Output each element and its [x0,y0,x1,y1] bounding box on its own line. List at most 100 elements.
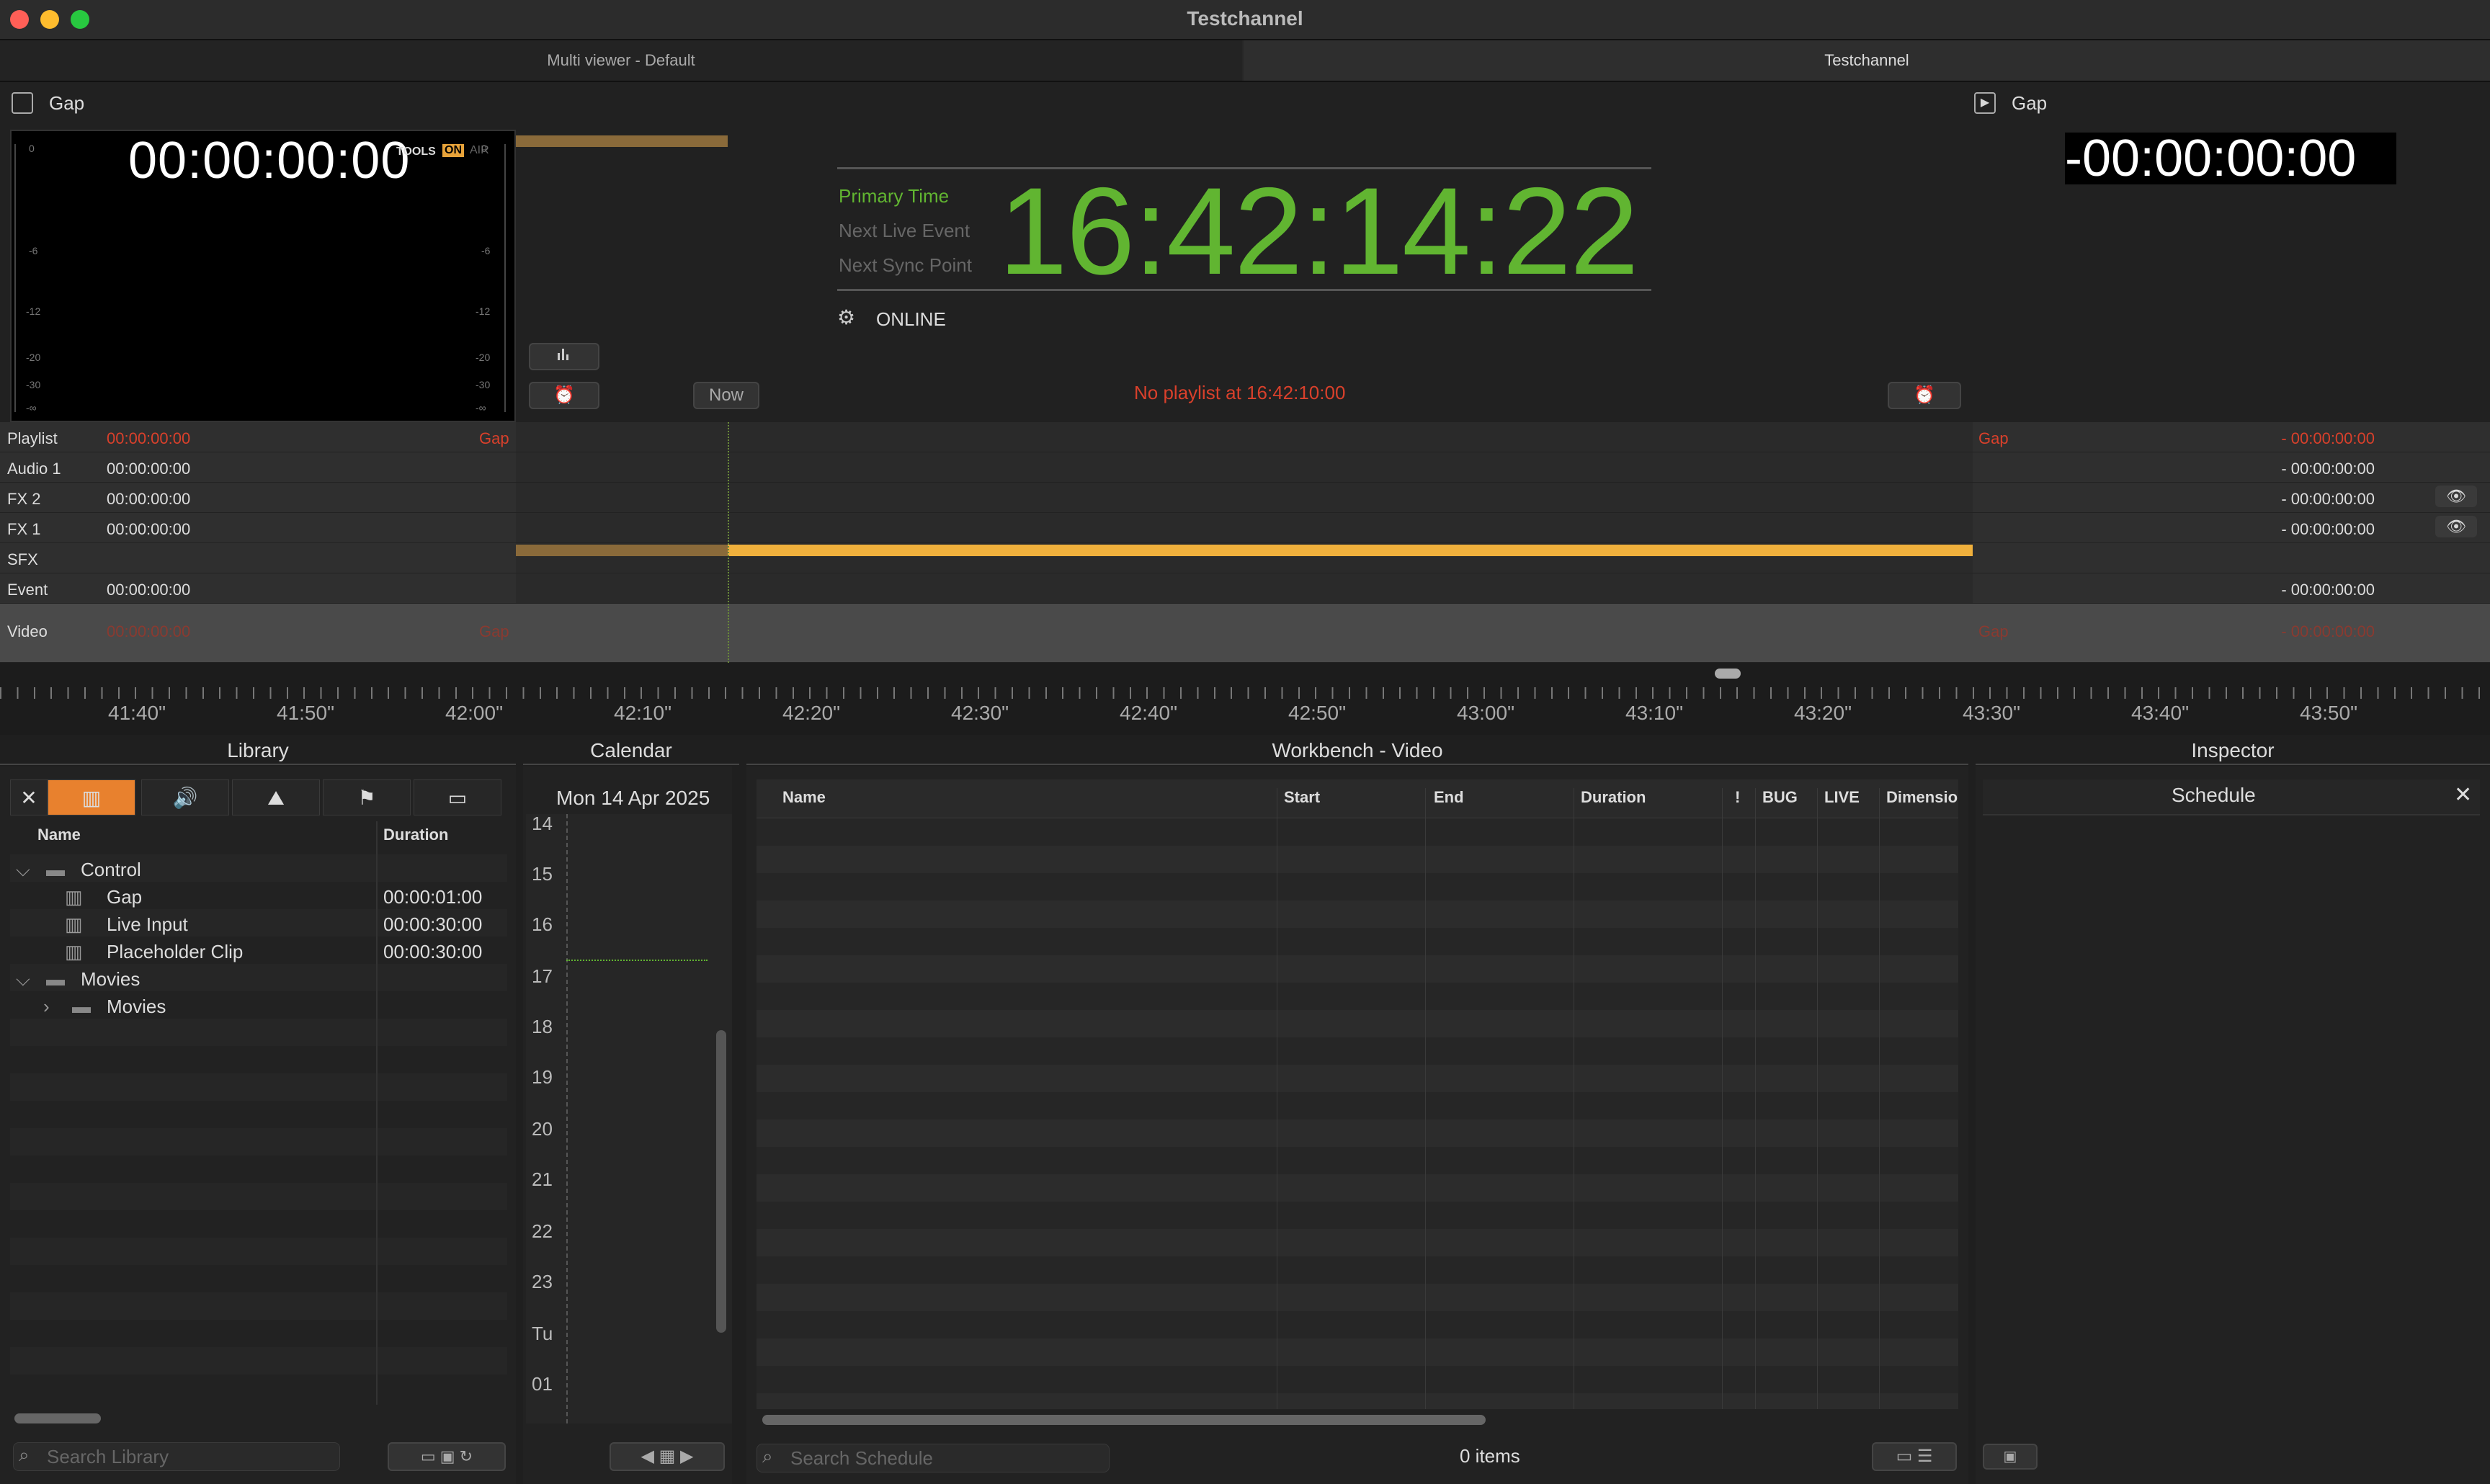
calendar-filter-icon[interactable]: ▭ [414,779,501,815]
library-duration-header[interactable]: Duration [383,826,448,844]
on-badge: ON [442,144,464,157]
ruler-scroll-handle[interactable] [1715,669,1741,679]
list-item[interactable]: › ▬ Movies [13,991,506,1019]
close-icon[interactable]: ✕ [2454,782,2472,808]
list-item[interactable]: ⌵ ▬ Movies [13,964,506,991]
workbench-scrollbar[interactable] [762,1415,1486,1425]
countdown-timecode: -00:00:00:00 [2065,133,2396,184]
calendar-hour: 22 [532,1220,553,1242]
track-row-event[interactable]: Event 00:00:00:00 - 00:00:00:00 [0,573,2490,604]
audio-meter-left [14,144,17,412]
track-row-audio-1[interactable]: Audio 1 00:00:00:00 - 00:00:00:00 [0,452,2490,483]
levels-button[interactable] [529,343,599,370]
calendar-hour: 17 [532,965,553,987]
preview-timecode: 00:00:00:00 [128,132,411,189]
ruler-label: 43:00" [1457,702,1515,724]
library-search-input[interactable]: Search Library [13,1442,340,1471]
clip-icon: ▥ [65,941,83,962]
list-item[interactable]: ▥ Gap 00:00:01:00 [13,882,506,909]
track-timecode: 00:00:00:00 [107,460,191,478]
ruler-label: 41:40" [108,702,166,724]
track-row-playlist[interactable]: Playlist 00:00:00:00 Gap Gap - 00:00:00:… [0,422,2490,452]
track-row-fx-1[interactable]: FX 1 00:00:00:00 - 00:00:00:00 👁 [0,513,2490,543]
tab-multi-viewer[interactable]: Multi viewer - Default [0,40,1242,81]
timeline-ruler[interactable]: 41:40" 41:50" 42:00" 42:10" 42:20" 42:30… [0,663,2490,735]
track-name: FX 2 [7,490,41,508]
alarm-left-button[interactable]: ⏰ [529,382,599,409]
preview-monitor-icon[interactable] [12,92,33,114]
ruler-label: 43:30" [1963,702,2021,724]
meter-label: 0 [29,143,35,154]
meter-label: -30 [26,379,41,390]
track-remaining: - 00:00:00:00 [2281,490,2375,508]
workbench-column-header[interactable]: End [1434,788,1464,807]
view-toggle[interactable]: ▭ ☰ [1872,1442,1957,1471]
list-item[interactable]: ▥ Live Input 00:00:30:00 [13,909,506,937]
track-timecode: 00:00:00:00 [107,581,191,599]
window-title: Testchannel [1187,7,1303,30]
audio-filter-icon[interactable]: 🔊 [141,779,229,815]
search-icon: ⌕ [19,1444,30,1465]
ruler-label: 43:10" [1625,702,1684,724]
track-row-fx-2[interactable]: FX 2 00:00:00:00 - 00:00:00:00 👁 [0,483,2490,513]
schedule-search-input[interactable]: Search Schedule [757,1444,1110,1472]
video-filter-icon[interactable]: ▥ [48,779,135,815]
gear-icon[interactable]: ⚙ [837,305,855,329]
track-name: Audio 1 [7,460,61,478]
ruler-label: 42:40" [1120,702,1178,724]
workbench-column-header[interactable]: Duration [1581,788,1646,807]
meter-label: -20 [26,352,41,363]
workbench-column-header[interactable]: Start [1284,788,1320,807]
now-button[interactable]: Now [693,382,759,409]
alarm-right-button[interactable]: ⏰ [1888,382,1961,409]
track-remaining: - 00:00:00:00 [2281,581,2375,599]
sfx-clip[interactable] [728,545,1973,556]
image-filter-icon[interactable]: ⛰ [232,779,320,815]
calendar-hour: 23 [532,1271,553,1292]
calendar-hour: 01 [532,1373,553,1395]
alarm-clock-icon: ⏰ [1914,385,1935,405]
calendar-scrollbar[interactable] [716,1030,726,1333]
workbench-column-header[interactable]: BUG [1762,788,1798,807]
workbench-column-header[interactable]: ! [1735,788,1740,807]
close-icon[interactable]: ✕ [10,779,48,815]
item-count: 0 items [1460,1445,1520,1467]
clock-panel: Primary Time Next Live Event Next Sync P… [837,167,1651,293]
track-timecode: 00:00:00:00 [107,622,191,640]
next-sync-point-label[interactable]: Next Sync Point [839,254,972,277]
inspector-schedule-title: Schedule [2172,784,2256,806]
library-scrollbar[interactable] [14,1413,101,1423]
next-live-event-label[interactable]: Next Live Event [839,220,970,242]
list-item-name: Movies [81,968,140,990]
primary-time-label[interactable]: Primary Time [839,185,949,207]
track-timecode: 00:00:00:00 [107,520,191,538]
inspector-action-button[interactable]: ▣ [1983,1444,2038,1470]
calendar-nav[interactable]: ◀ ▦ ▶ [610,1442,725,1471]
tools-label: TOOLS [396,146,436,158]
workbench-column-header[interactable]: LIVE [1824,788,1860,807]
alarm-clock-icon: ⏰ [553,385,575,405]
workbench-column-header[interactable]: Dimensio [1886,788,1958,807]
play-next-icon[interactable]: ▶ [1974,92,1996,114]
tab-testchannel[interactable]: Testchannel [1244,40,2490,81]
calendar-hour: 15 [532,863,553,885]
eye-icon[interactable]: 👁 [2435,486,2477,507]
ruler-label: 41:50" [277,702,335,724]
workbench-column-header[interactable]: Name [782,788,826,807]
library-name-header[interactable]: Name [37,826,81,844]
list-item[interactable]: ▥ Placeholder Clip 00:00:30:00 [13,937,506,964]
online-status: ONLINE [876,308,946,330]
timeline-tracks: Playlist 00:00:00:00 Gap Gap - 00:00:00:… [0,135,2490,663]
library-actions[interactable]: ▭ ▣ ↻ [388,1442,506,1471]
flag-filter-icon[interactable]: ⚑ [323,779,411,815]
track-row-video[interactable]: Video 00:00:00:00 Gap Gap - 00:00:00:00 [0,604,2490,663]
meter-label: -6 [29,245,38,256]
eye-icon[interactable]: 👁 [2435,516,2477,537]
track-remaining: - 00:00:00:00 [2281,622,2375,640]
list-item[interactable]: ⌵ ▬ Control [13,854,506,882]
track-gap-label: Gap [1978,429,2009,447]
workbench-table[interactable] [757,818,1958,1409]
track-gap-label: Gap [479,622,509,640]
sfx-clip-past[interactable] [516,545,728,556]
track-name: Event [7,581,48,599]
